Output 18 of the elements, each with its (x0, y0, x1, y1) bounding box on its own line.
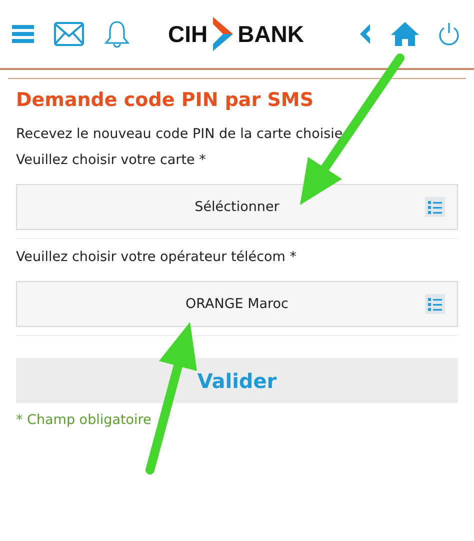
logo-chevron-icon (212, 16, 234, 52)
home-icon[interactable] (390, 21, 420, 47)
intro-text: Recevez le nouveau code PIN de la carte choisie (16, 126, 344, 142)
field-label: Veuillez choisir votre carte * (16, 152, 207, 168)
required-note: * Champ obligatoire (16, 412, 152, 428)
list-icon (425, 294, 445, 314)
dropdown[interactable]: Séléctionner (16, 184, 458, 230)
logo-text: BANK (238, 20, 304, 48)
list-icon (425, 197, 445, 217)
envelope-icon[interactable] (54, 22, 84, 46)
logo-text: CIH (168, 20, 208, 48)
bell-icon[interactable] (104, 20, 130, 48)
dropdown[interactable]: ORANGE Maroc (16, 281, 458, 327)
menu-icon[interactable] (12, 24, 34, 44)
field-label: Veuillez choisir votre opérateur télécom * (16, 249, 298, 265)
page-title: Demande code PIN par SMS (16, 89, 315, 111)
back-icon[interactable] (358, 23, 372, 45)
power-icon[interactable] (438, 22, 460, 46)
